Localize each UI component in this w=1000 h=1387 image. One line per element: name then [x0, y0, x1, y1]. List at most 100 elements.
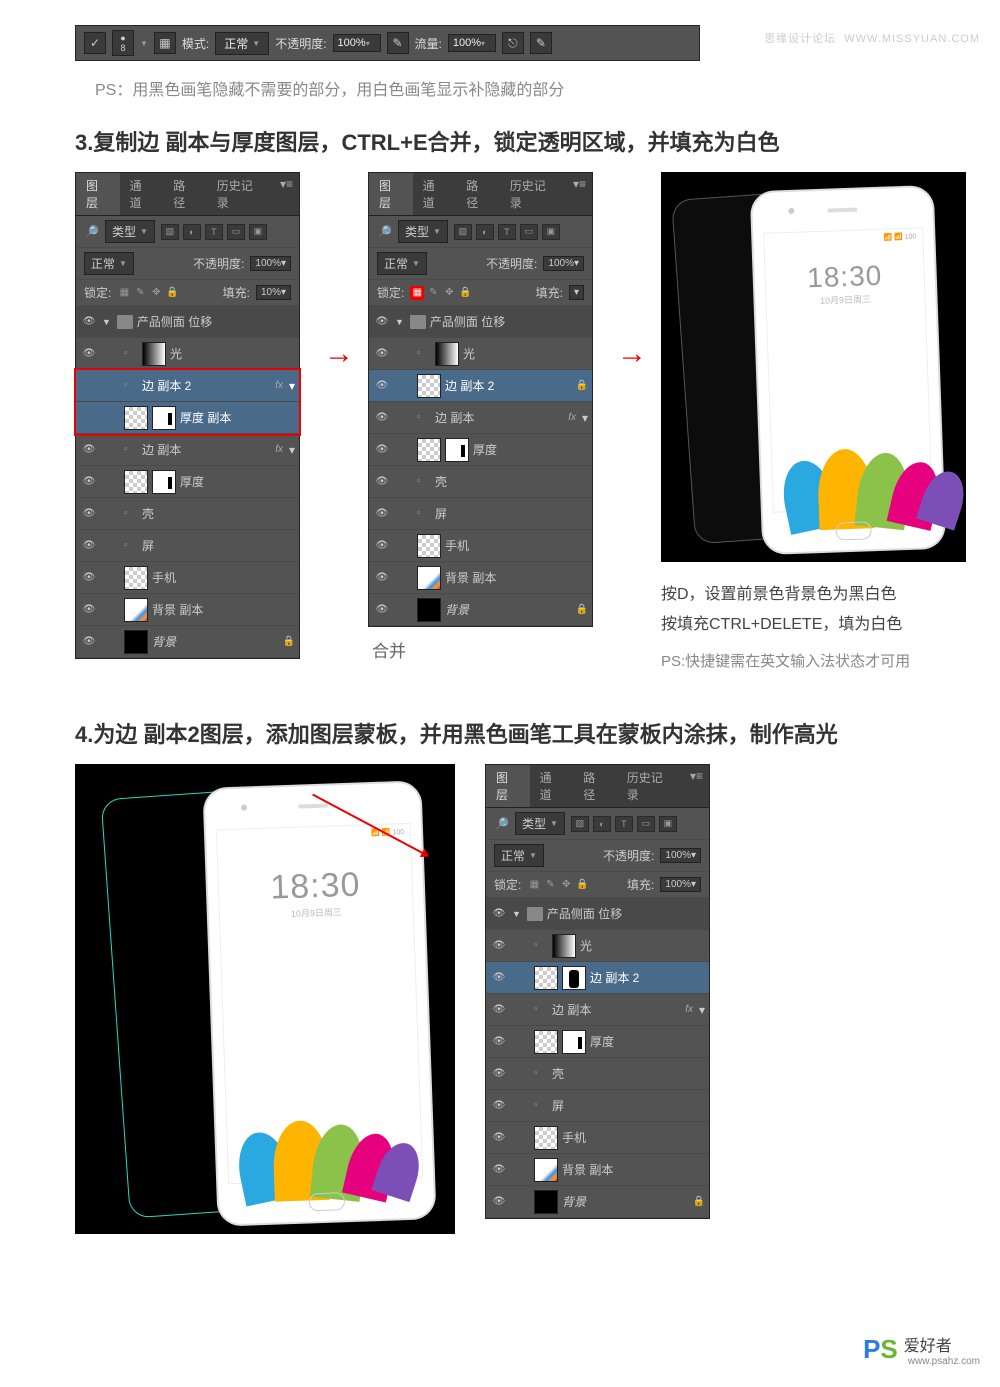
brush-size-picker[interactable]: ●8 — [112, 30, 134, 56]
panel-menu-icon[interactable]: ▾≡ — [567, 173, 592, 215]
flow-label: 流量: — [415, 35, 442, 52]
layer-item[interactable]: 👁边 副本 2 — [486, 962, 709, 994]
layer-item[interactable]: 厚度 副本 — [76, 402, 299, 434]
layer-item[interactable]: 👁手机 — [76, 562, 299, 594]
blend-dropdown[interactable]: 正常▼ — [377, 252, 427, 275]
blend-dropdown[interactable]: 正常▼ — [84, 252, 134, 275]
brush-toolbar: ✓ ●8 ▼ ▦ 模式: 正常▼ 不透明度: 100%▾ ✎ 流量: 100%▾… — [75, 25, 700, 61]
tab-history[interactable]: 历史记录 — [617, 765, 684, 807]
layers-panel-3: 图层 通道 路径 历史记录 ▾≡ 🔎 类型▼ ▧◐T▭▣ 正常▼ 不透明度: 1… — [485, 764, 710, 1219]
lock-trans-icon[interactable]: ▦ — [410, 286, 424, 300]
ps-note: PS：用黑色画笔隐藏不需要的部分，用白色画笔显示补隐藏的部分 — [95, 76, 1000, 100]
mode-label: 模式: — [182, 35, 209, 52]
layer-item[interactable]: 👁▫光 — [369, 338, 592, 370]
layer-group[interactable]: 👁▼ 产品侧面 位移 — [76, 306, 299, 338]
layer-item[interactable]: 👁▫屏 — [76, 530, 299, 562]
layer-group[interactable]: 👁▼产品侧面 位移 — [486, 898, 709, 930]
layer-item[interactable]: 👁▫屏 — [486, 1090, 709, 1122]
layer-item[interactable]: 👁背景 副本 — [76, 594, 299, 626]
lock-trans-icon[interactable]: ▦ — [117, 286, 131, 300]
kind-dropdown[interactable]: 类型▼ — [515, 812, 565, 835]
tab-layers[interactable]: 图层 — [486, 765, 530, 807]
layer-group[interactable]: 👁▼产品侧面 位移 — [369, 306, 592, 338]
layer-item[interactable]: 👁厚度 — [76, 466, 299, 498]
blend-dropdown[interactable]: 正常▼ — [494, 844, 544, 867]
fill-value[interactable]: 100%▾ — [660, 877, 701, 892]
arrow-icon: → — [324, 337, 344, 371]
brush-icon[interactable]: ✓ — [84, 32, 106, 54]
panel-menu-icon[interactable]: ▾≡ — [684, 765, 709, 807]
tab-paths[interactable]: 路径 — [163, 173, 207, 215]
tab-paths[interactable]: 路径 — [573, 765, 617, 807]
flow-input[interactable]: 100%▾ — [448, 34, 496, 52]
layer-item[interactable]: 👁▫边 副本fx▾ — [369, 402, 592, 434]
tab-paths[interactable]: 路径 — [456, 173, 500, 215]
layer-item[interactable]: 👁手机 — [486, 1122, 709, 1154]
opacity-value[interactable]: 100%▾ — [250, 256, 291, 271]
pressure-size-icon[interactable]: ✎ — [530, 32, 552, 54]
panel2-caption: 合并 — [372, 637, 593, 662]
airbrush-icon[interactable]: ⎋ — [502, 32, 524, 54]
filter-shape-icon[interactable]: ▭ — [227, 224, 245, 240]
opacity-input[interactable]: 100%▾ — [333, 34, 381, 52]
arrow-icon: → — [617, 337, 637, 371]
filter-kind-icon[interactable]: 🔎 — [494, 817, 509, 831]
fill-value[interactable]: 10%▾ — [256, 285, 291, 300]
layer-item[interactable]: 👁手机 — [369, 530, 592, 562]
tab-layers[interactable]: 图层 — [369, 173, 413, 215]
tab-channels[interactable]: 通道 — [120, 173, 164, 215]
blend-mode-dropdown[interactable]: 正常▼ — [215, 32, 269, 55]
side-notes: 按D，设置前景色背景色为黑白色 按填充CTRL+DELETE，填为白色 PS:快… — [661, 580, 966, 671]
layer-item[interactable]: 👁▫壳 — [486, 1058, 709, 1090]
lock-pixel-icon[interactable]: ✎ — [133, 286, 147, 300]
tab-channels[interactable]: 通道 — [530, 765, 574, 807]
filter-adjust-icon[interactable]: ◐ — [183, 224, 201, 240]
opacity-label: 不透明度: — [275, 35, 326, 52]
filter-smart-icon[interactable]: ▣ — [249, 224, 267, 240]
layer-item[interactable]: 👁背景 副本 — [486, 1154, 709, 1186]
layer-item[interactable]: 👁▫光 — [486, 930, 709, 962]
brush-panel-icon[interactable]: ▦ — [154, 32, 176, 54]
layer-item[interactable]: 👁边 副本 2🔒 — [369, 370, 592, 402]
phone-preview: 📶 📶 100 18:30 10月9日周三 — [661, 172, 966, 562]
tab-layers[interactable]: 图层 — [76, 173, 120, 215]
phone-preview-big: 📶 📶 100 18:30 10月9日周三 — [75, 764, 455, 1234]
fill-value[interactable]: ▾ — [569, 285, 584, 300]
lock-pos-icon[interactable]: ✥ — [149, 286, 163, 300]
tab-channels[interactable]: 通道 — [413, 173, 457, 215]
layer-item[interactable]: 👁▫光 — [76, 338, 299, 370]
layers-panel-2: 图层 通道 路径 历史记录 ▾≡ 🔎 类型▼ ▧◐T▭▣ 正常▼ 不透明度: 1… — [368, 172, 593, 627]
pressure-opacity-icon[interactable]: ✎ — [387, 32, 409, 54]
layer-item[interactable]: 👁厚度 — [486, 1026, 709, 1058]
layer-item[interactable]: 👁▫边 副本fx▾ — [486, 994, 709, 1026]
layer-item[interactable]: ▫边 副本 2fx▾ — [76, 370, 299, 402]
layer-item[interactable]: 👁▫壳 — [76, 498, 299, 530]
step4-title: 4.为边 副本2图层，添加图层蒙板，并用黑色画笔工具在蒙板内涂抹，制作高光 — [75, 717, 1000, 749]
panel-menu-icon[interactable]: ▾≡ — [274, 173, 299, 215]
layer-item[interactable]: 👁背景🔒 — [486, 1186, 709, 1218]
step3-title: 3.复制边 副本与厚度图层，CTRL+E合并，锁定透明区域，并填充为白色 — [75, 125, 1000, 157]
layer-item[interactable]: 👁▫壳 — [369, 466, 592, 498]
tab-history[interactable]: 历史记录 — [207, 173, 274, 215]
filter-type-icon[interactable]: T — [205, 224, 223, 240]
watermark-top: 思缘设计论坛 WWW.MISSYUAN.COM — [764, 30, 980, 46]
layer-item[interactable]: 👁背景🔒 — [76, 626, 299, 658]
layer-item[interactable]: 👁厚度 — [369, 434, 592, 466]
kind-dropdown[interactable]: 类型▼ — [398, 220, 448, 243]
lock-all-icon[interactable]: 🔒 — [165, 286, 179, 300]
tab-history[interactable]: 历史记录 — [500, 173, 567, 215]
chevron-down-icon[interactable]: ▼ — [140, 39, 148, 48]
layer-item[interactable]: 👁▫边 副本fx▾ — [76, 434, 299, 466]
filter-kind-icon[interactable]: 🔎 — [84, 225, 99, 239]
filter-kind-icon[interactable]: 🔎 — [377, 225, 392, 239]
layer-item[interactable]: 👁▫屏 — [369, 498, 592, 530]
folder-icon — [117, 315, 133, 329]
layer-item[interactable]: 👁背景 副本 — [369, 562, 592, 594]
filter-pixel-icon[interactable]: ▧ — [161, 224, 179, 240]
layer-item[interactable]: 👁背景🔒 — [369, 594, 592, 626]
visibility-icon[interactable]: 👁 — [80, 316, 98, 327]
kind-dropdown[interactable]: 类型▼ — [105, 220, 155, 243]
layers-panel-1: 图层 通道 路径 历史记录 ▾≡ 🔎 类型▼ ▧ ◐ T ▭ ▣ 正常▼ 不透 — [75, 172, 300, 659]
opacity-value[interactable]: 100%▾ — [543, 256, 584, 271]
opacity-value[interactable]: 100%▾ — [660, 848, 701, 863]
